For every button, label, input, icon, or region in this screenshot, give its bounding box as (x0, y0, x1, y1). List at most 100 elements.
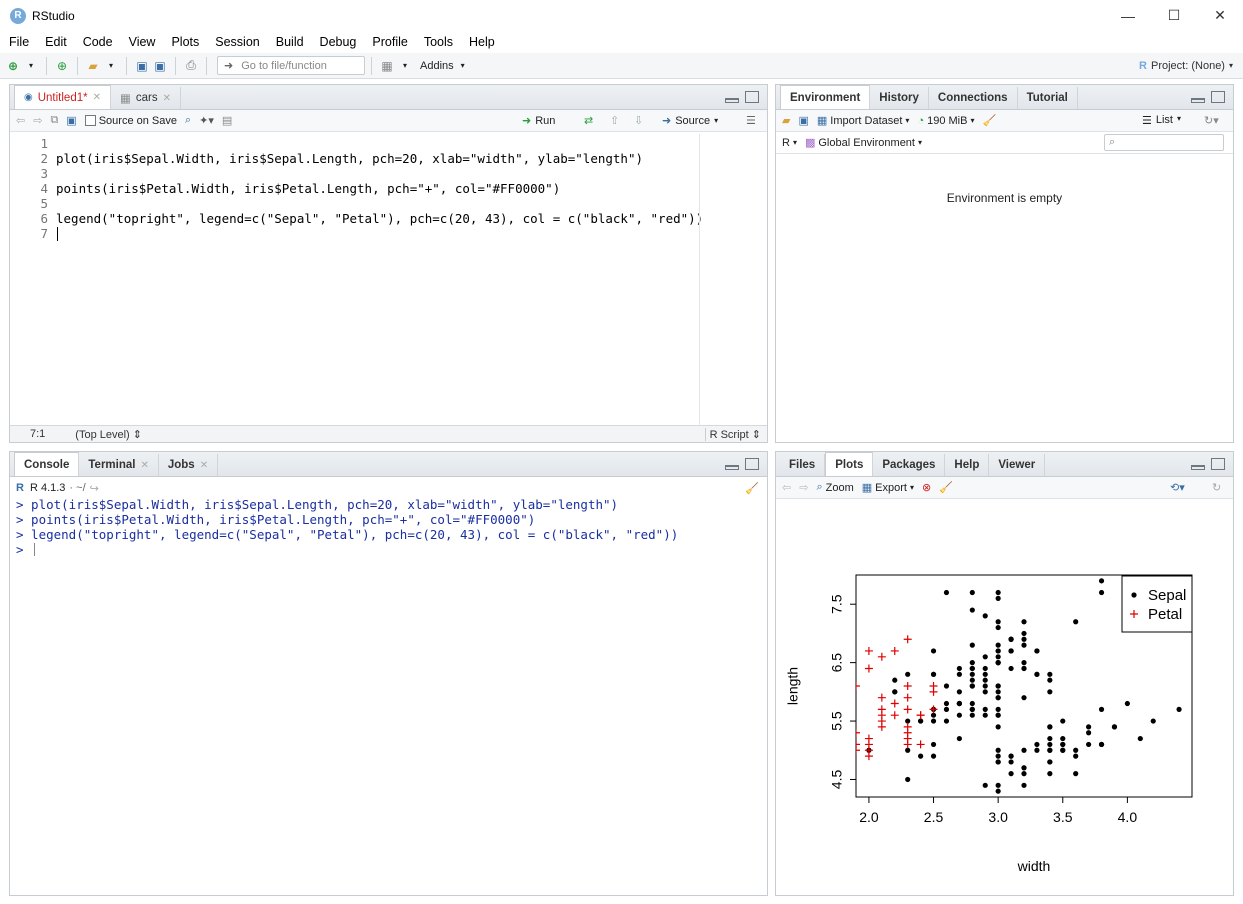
maximize-pane-icon[interactable] (745, 458, 759, 470)
sepal-point (982, 671, 988, 677)
tab-help[interactable]: Help (945, 454, 990, 476)
filetype-selector[interactable]: R Script ⇕ (704, 427, 761, 441)
tab-connections[interactable]: Connections (929, 87, 1018, 109)
console-output[interactable]: > plot(iris$Sepal.Width, iris$Sepal.Leng… (10, 497, 767, 895)
menu-plots[interactable]: Plots (163, 35, 207, 49)
code-line[interactable]: plot(iris$Sepal.Width, iris$Sepal.Length… (56, 151, 643, 166)
search-icon[interactable]: ⌕ (185, 114, 191, 127)
menu-debug[interactable]: Debug (312, 35, 365, 49)
new-file-dropdown-icon[interactable]: ▾ (22, 57, 40, 75)
minimize-pane-icon[interactable] (1191, 98, 1205, 103)
tab-environment[interactable]: Environment (780, 85, 871, 109)
save-icon[interactable]: ▣ (133, 57, 151, 75)
view-mode-button[interactable]: ☰ List ▾ (1142, 114, 1181, 127)
load-workspace-icon[interactable]: ▰ (782, 114, 790, 127)
tab-jobs[interactable]: Jobs ✕ (159, 454, 219, 476)
go-to-directory-icon[interactable]: ↪ (90, 482, 99, 495)
maximize-pane-icon[interactable] (1211, 458, 1225, 470)
maximize-button[interactable]: ☐ (1151, 0, 1197, 31)
new-project-icon[interactable]: ⊕ (53, 57, 71, 75)
tab-plots[interactable]: Plots (825, 452, 874, 476)
save-file-icon[interactable]: ▣ (66, 114, 76, 127)
project-menu[interactable]: R Project: (None) ▾ (1139, 60, 1233, 72)
refresh-icon[interactable]: ↻▾ (1204, 114, 1219, 127)
menu-build[interactable]: Build (268, 35, 312, 49)
close-tab-icon[interactable]: ✕ (200, 460, 208, 471)
minimize-pane-icon[interactable] (1191, 465, 1205, 470)
environment-search-input[interactable]: ⌕ (1104, 134, 1224, 151)
minimize-pane-icon[interactable] (725, 465, 739, 470)
minimize-button[interactable]: — (1105, 0, 1151, 31)
view-mode-label: List (1155, 114, 1173, 126)
tab-tutorial[interactable]: Tutorial (1018, 87, 1078, 109)
scatter-plot: 2.0 2.5 3.0 3.5 4.0 4.5 5.5 6.5 7.5 width length Se… (785, 574, 1193, 874)
open-file-dropdown-icon[interactable]: ▾ (102, 57, 120, 75)
tab-untitled1[interactable]: ◉ Untitled1* ✕ (14, 85, 111, 109)
export-button[interactable]: ▦ Export ▾ (862, 481, 914, 495)
minimize-pane-icon[interactable] (725, 98, 739, 103)
code-editor[interactable]: plot(iris$Sepal.Width, iris$Sepal.Length… (10, 134, 767, 426)
menu-file[interactable]: File (0, 35, 37, 49)
tab-packages[interactable]: Packages (873, 454, 946, 476)
code-tools-wand-icon[interactable]: ✦▾ (199, 114, 214, 127)
addins-dropdown-icon[interactable]: ▾ (454, 57, 472, 75)
go-up-icon[interactable]: ⇧ (610, 114, 619, 127)
close-window-button[interactable]: ✕ (1197, 0, 1243, 31)
close-tab-icon[interactable]: ✕ (140, 460, 148, 471)
back-icon[interactable]: ⇦ (16, 114, 25, 127)
source-pane-controls (725, 91, 759, 103)
clear-plots-broom-icon[interactable]: 🧹 (939, 481, 953, 494)
rerun-icon[interactable]: ⇄ (584, 114, 593, 127)
pane-layout-dropdown-icon[interactable]: ▾ (396, 57, 414, 75)
maximize-pane-icon[interactable] (745, 91, 759, 103)
tab-cars[interactable]: ▦ cars ✕ (111, 87, 181, 109)
close-tab-icon[interactable]: ✕ (93, 92, 101, 103)
new-file-icon[interactable]: ⊕ (4, 57, 22, 75)
source-button[interactable]: ➜ Source ▾ (662, 114, 718, 128)
tab-files[interactable]: Files (780, 454, 826, 476)
compile-report-icon[interactable]: ▤ (222, 114, 232, 127)
zoom-button[interactable]: ⌕ Zoom (816, 481, 853, 494)
publish-icon[interactable]: ⟲▾ (1170, 481, 1185, 494)
source-on-save-checkbox[interactable]: Source on Save (84, 115, 177, 127)
scope-selector[interactable]: (Top Level) ⇕ (75, 428, 142, 441)
clear-broom-icon[interactable]: 🧹 (982, 114, 996, 127)
go-down-icon[interactable]: ⇩ (634, 114, 643, 127)
working-directory[interactable]: · ~/ (69, 482, 85, 494)
menu-code[interactable]: Code (75, 35, 121, 49)
code-line[interactable]: legend("topright", legend=c("Sepal", "Pe… (56, 211, 703, 226)
menu-view[interactable]: View (121, 35, 164, 49)
pane-layout-icon[interactable]: ▦ (378, 57, 396, 75)
goto-file-input[interactable]: ➜ Go to file/function (217, 56, 365, 75)
maximize-pane-icon[interactable] (1211, 91, 1225, 103)
tab-console[interactable]: Console (14, 452, 80, 476)
close-tab-icon[interactable]: ✕ (163, 93, 171, 104)
run-button[interactable]: ➜ Run (522, 114, 555, 128)
save-all-icon[interactable]: ▣ (151, 57, 169, 75)
remove-plot-icon[interactable]: ⊗ (922, 481, 931, 494)
refresh-plot-icon[interactable]: ↻ (1212, 481, 1221, 494)
addins-button[interactable]: Addins (420, 60, 454, 72)
menu-help[interactable]: Help (461, 35, 503, 49)
forward-icon[interactable]: ⇨ (33, 114, 42, 127)
language-selector[interactable]: R ▾ (782, 137, 797, 149)
menu-session[interactable]: Session (207, 35, 267, 49)
show-in-window-icon[interactable]: ⧉ (50, 114, 58, 127)
code-line[interactable]: points(iris$Petal.Width, iris$Petal.Leng… (56, 181, 560, 196)
previous-plot-icon[interactable]: ⇦ (782, 481, 791, 494)
clear-console-icon[interactable]: 🧹 (745, 482, 759, 495)
outline-icon[interactable]: ☰ (746, 114, 756, 127)
tab-terminal[interactable]: Terminal ✕ (79, 454, 159, 476)
open-file-icon[interactable]: ▰ (84, 57, 102, 75)
scope-selector[interactable]: ▩ Global Environment ▾ (805, 136, 922, 150)
import-dataset-button[interactable]: ▦ Import Dataset ▾ (817, 114, 910, 128)
memory-usage-button[interactable]: ◔ 190 MiB ▾ (917, 115, 974, 127)
tab-history[interactable]: History (870, 87, 929, 109)
save-workspace-icon[interactable]: ▣ (798, 114, 808, 127)
next-plot-icon[interactable]: ⇨ (799, 481, 808, 494)
menu-tools[interactable]: Tools (416, 35, 461, 49)
menu-edit[interactable]: Edit (37, 35, 75, 49)
menu-profile[interactable]: Profile (364, 35, 415, 49)
tab-viewer[interactable]: Viewer (989, 454, 1046, 476)
print-icon[interactable]: ⎙ (182, 57, 200, 75)
